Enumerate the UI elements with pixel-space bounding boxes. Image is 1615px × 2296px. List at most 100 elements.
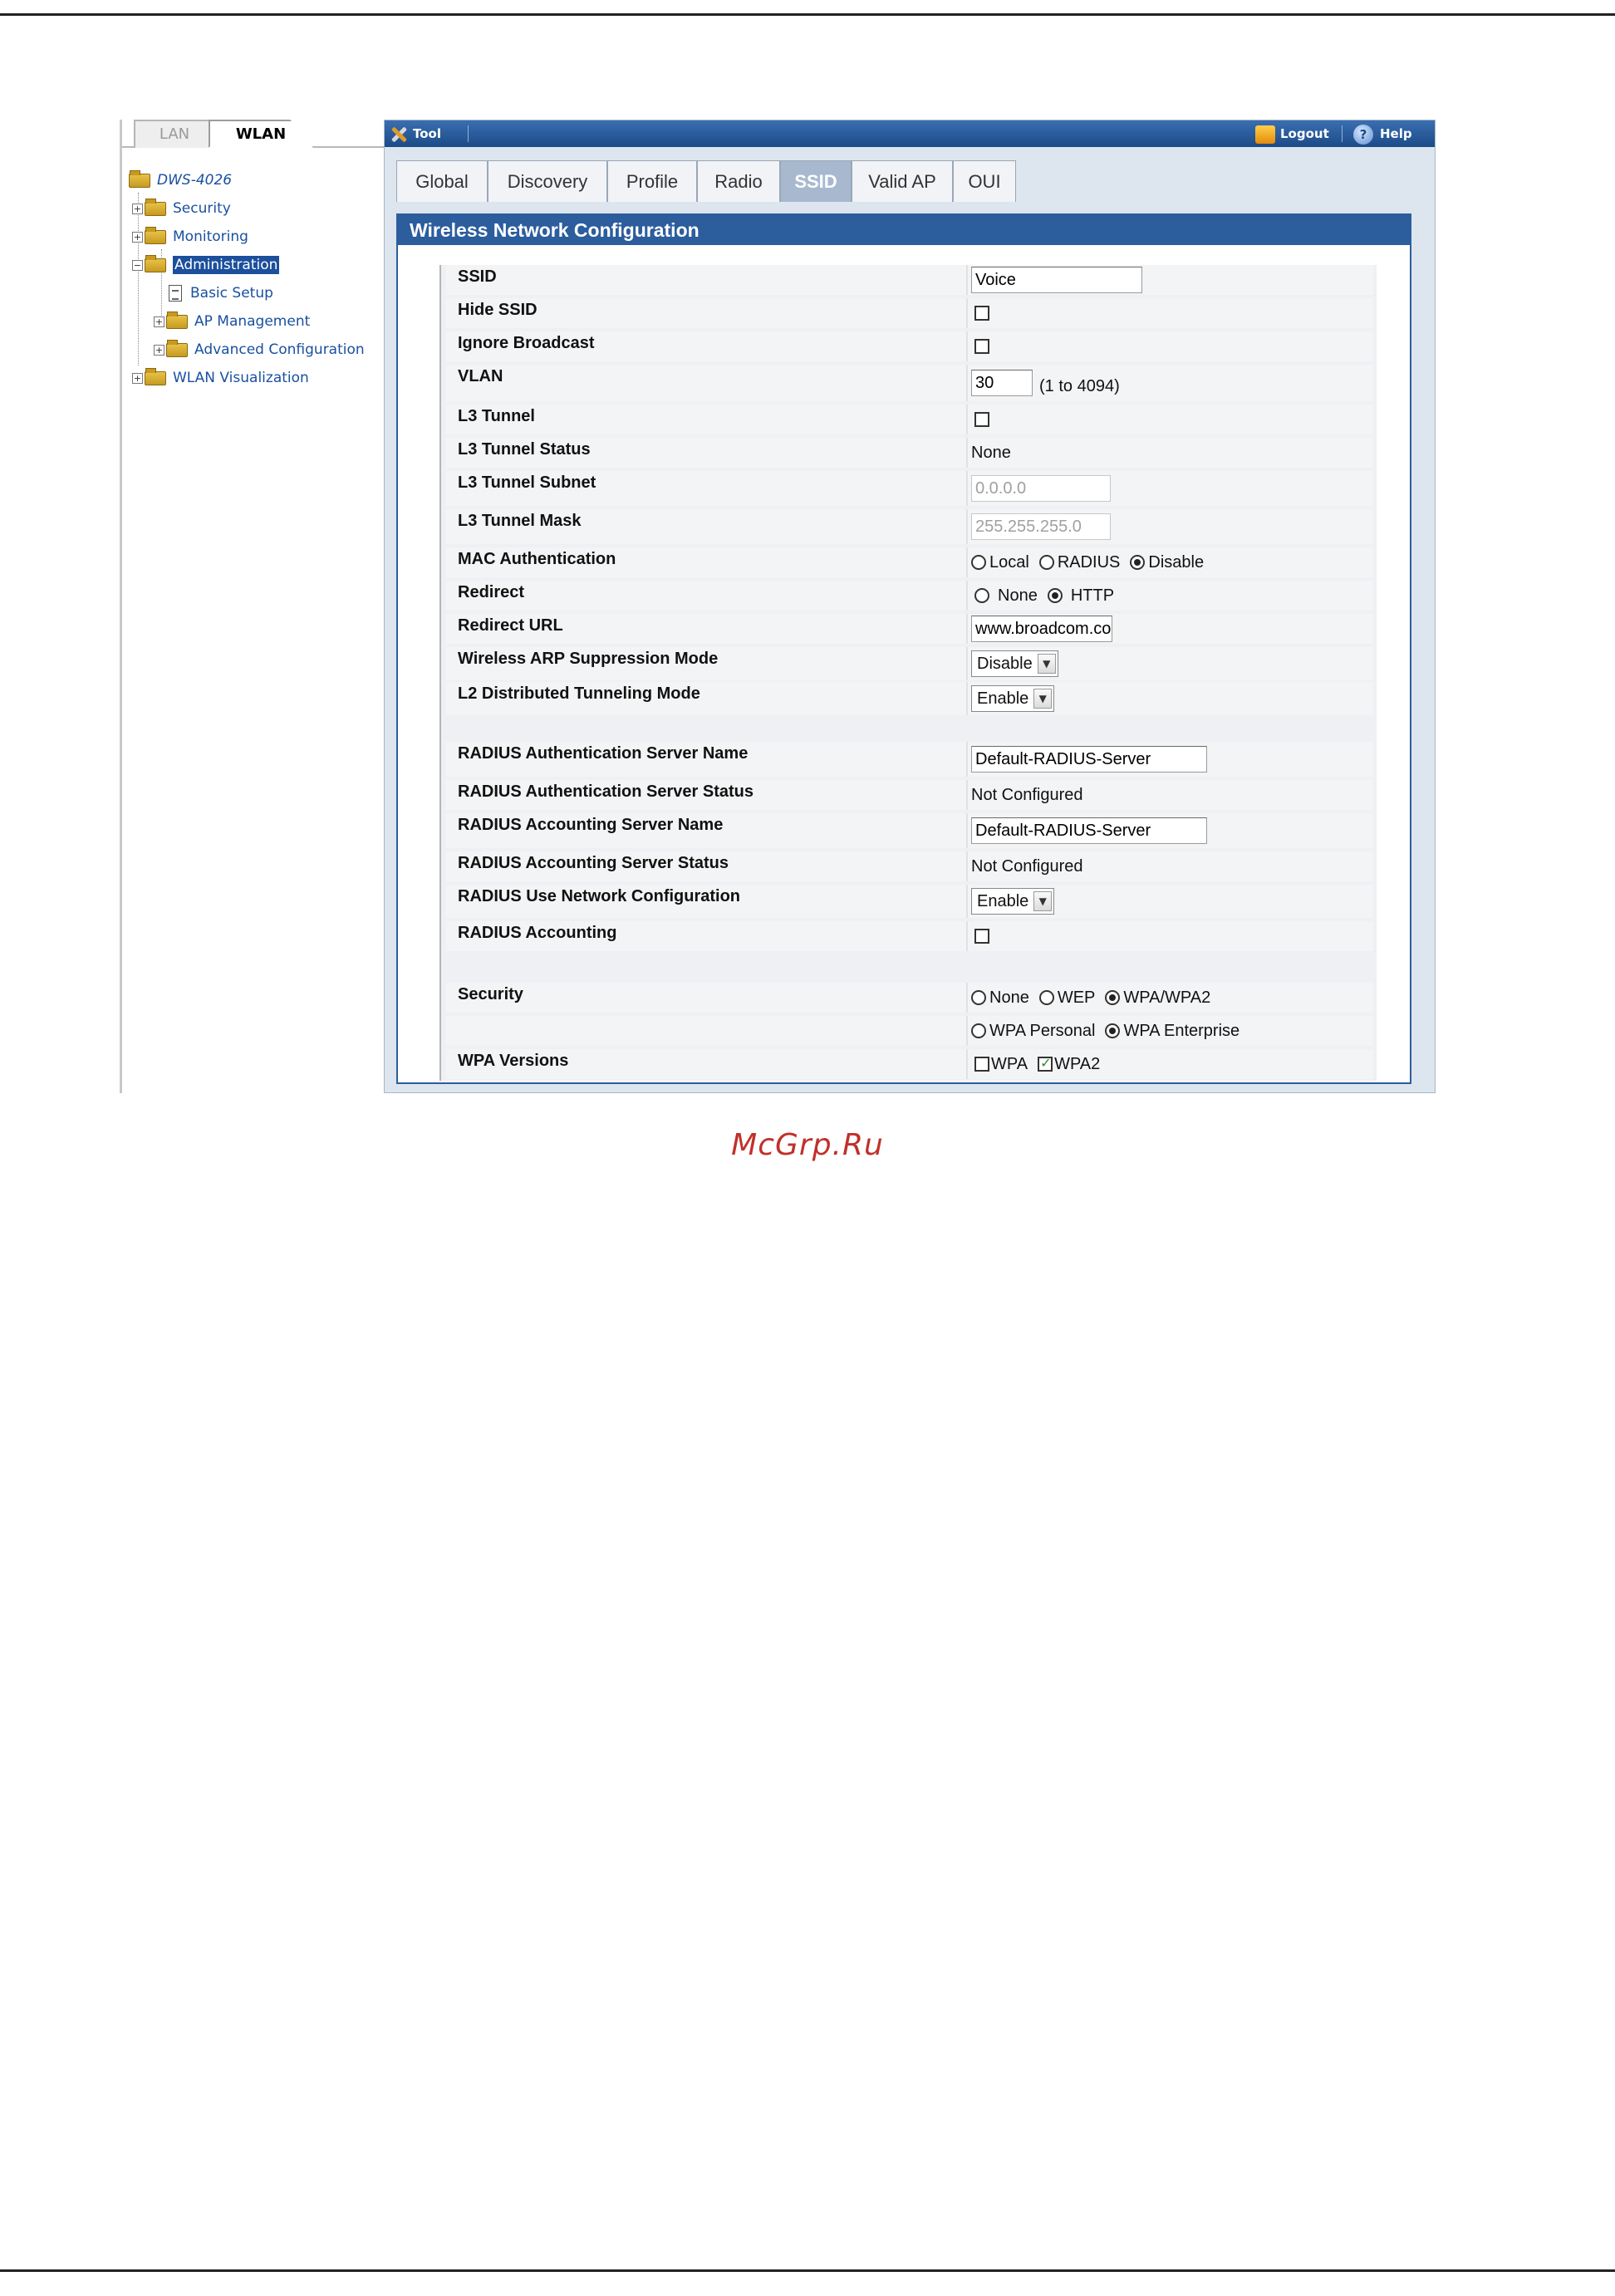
row-arp-suppression: Wireless ARP Suppression Mode Disable ▼ bbox=[446, 647, 1373, 680]
radio-radius[interactable] bbox=[1038, 555, 1054, 570]
column-divider bbox=[966, 983, 968, 1013]
column-divider bbox=[966, 1049, 968, 1079]
redirect-option-none[interactable]: None bbox=[971, 586, 1038, 606]
wpa-mode-option-enterprise[interactable]: WPA Enterprise bbox=[1105, 1022, 1239, 1041]
hide-ssid-checkbox[interactable] bbox=[974, 306, 989, 321]
row-radius-acct-server-status: RADIUS Accounting Server Status Not Conf… bbox=[446, 851, 1373, 881]
wpa2-checkbox[interactable] bbox=[1038, 1055, 1053, 1072]
row-hide-ssid: Hide SSID bbox=[446, 298, 1373, 328]
tree-item-label: Advanced Configuration bbox=[194, 341, 365, 358]
folder-icon bbox=[145, 198, 166, 216]
expand-plus-icon[interactable]: + bbox=[132, 372, 143, 384]
radio-wpa-wpa2[interactable] bbox=[1105, 990, 1121, 1005]
tree-item-root[interactable]: DWS-4026 bbox=[129, 168, 232, 193]
chevron-down-icon[interactable]: ▼ bbox=[1037, 654, 1056, 674]
tab-discovery[interactable]: Discovery bbox=[488, 160, 607, 202]
radio-wpa-personal[interactable] bbox=[971, 1023, 986, 1038]
radio-wep[interactable] bbox=[1038, 990, 1054, 1005]
tool-button[interactable]: Tool bbox=[390, 120, 441, 147]
field-label: RADIUS Authentication Server Status bbox=[458, 783, 754, 801]
tab-ssid[interactable]: SSID bbox=[780, 160, 852, 202]
redirect-url-input[interactable]: www.broadcom.co bbox=[971, 616, 1112, 642]
row-radius-auth-server-status: RADIUS Authentication Server Status Not … bbox=[446, 780, 1373, 810]
tree-item-security[interactable]: + Security bbox=[132, 196, 231, 221]
folder-icon bbox=[145, 367, 166, 385]
column-divider bbox=[966, 682, 968, 715]
radio-label: Disable bbox=[1148, 552, 1205, 572]
tree-item-wlan-visualization[interactable]: + WLAN Visualization bbox=[132, 365, 309, 390]
tree-item-advanced-configuration[interactable]: + Advanced Configuration bbox=[154, 337, 365, 362]
logout-button[interactable]: Logout bbox=[1255, 120, 1329, 147]
folder-icon bbox=[166, 339, 188, 357]
tab-global[interactable]: Global bbox=[396, 160, 488, 202]
radius-acct-server-name-input[interactable]: Default-RADIUS-Server bbox=[971, 817, 1207, 844]
column-divider bbox=[966, 581, 968, 611]
collapse-minus-icon[interactable]: − bbox=[132, 259, 143, 271]
tree-item-label: WLAN Visualization bbox=[173, 370, 309, 386]
watermark: McGrp.Ru bbox=[731, 1128, 884, 1162]
tree-item-label: DWS-4026 bbox=[157, 172, 233, 189]
security-option-wep[interactable]: WEP bbox=[1038, 989, 1095, 1008]
wpa-version-wpa2[interactable]: WPA2 bbox=[1038, 1055, 1100, 1074]
row-l3-tunnel: L3 Tunnel bbox=[446, 405, 1373, 434]
field-label: RADIUS Accounting Server Name bbox=[458, 816, 724, 834]
chevron-down-icon[interactable]: ▼ bbox=[1033, 891, 1053, 911]
expand-plus-icon[interactable]: + bbox=[154, 316, 164, 327]
help-icon: ? bbox=[1353, 124, 1373, 145]
radius-auth-server-name-input[interactable]: Default-RADIUS-Server bbox=[971, 746, 1207, 773]
arp-suppression-select[interactable]: Disable ▼ bbox=[971, 650, 1058, 677]
expand-plus-icon[interactable]: + bbox=[132, 231, 143, 243]
ignore-broadcast-checkbox[interactable] bbox=[974, 339, 989, 354]
l3-tunnel-mask-input[interactable]: 255.255.255.0 bbox=[971, 513, 1111, 540]
nav-tab-wlan[interactable]: WLAN bbox=[209, 120, 313, 148]
toolbar: Tool Logout ? Help bbox=[385, 120, 1435, 147]
row-ignore-broadcast: Ignore Broadcast bbox=[446, 331, 1373, 361]
tab-profile[interactable]: Profile bbox=[607, 160, 697, 202]
row-radius-network-config: RADIUS Use Network Configuration Enable ▼ bbox=[446, 885, 1373, 918]
ssid-input[interactable]: Voice bbox=[971, 267, 1142, 293]
field-label: L2 Distributed Tunneling Mode bbox=[458, 684, 700, 703]
radio-wpa-enterprise[interactable] bbox=[1105, 1023, 1121, 1038]
tree-item-administration[interactable]: − Administration bbox=[132, 253, 280, 277]
security-option-wpa-wpa2[interactable]: WPA/WPA2 bbox=[1105, 989, 1210, 1008]
redirect-option-http[interactable]: HTTP bbox=[1047, 586, 1114, 606]
nav-tab-lan[interactable]: LAN bbox=[134, 120, 215, 148]
tree-item-ap-management[interactable]: + AP Management bbox=[154, 309, 310, 334]
left-navigation: LAN WLAN DWS-4026 + Security + Monitoring … bbox=[120, 120, 384, 1093]
mac-auth-option-radius[interactable]: RADIUS bbox=[1038, 553, 1120, 572]
wpa-version-wpa[interactable]: WPA bbox=[971, 1055, 1028, 1074]
l2-tunneling-select[interactable]: Enable ▼ bbox=[971, 685, 1055, 712]
help-button[interactable]: ? Help bbox=[1353, 120, 1412, 147]
tree-item-monitoring[interactable]: + Monitoring bbox=[132, 224, 248, 249]
column-divider bbox=[966, 1016, 968, 1046]
mac-auth-option-disable[interactable]: Disable bbox=[1130, 553, 1204, 572]
l3-tunnel-subnet-input[interactable]: 0.0.0.0 bbox=[971, 475, 1111, 502]
tab-oui[interactable]: OUI bbox=[953, 160, 1016, 202]
radio-none[interactable] bbox=[971, 990, 986, 1005]
radio-disable[interactable] bbox=[1130, 555, 1146, 570]
radio-none[interactable] bbox=[974, 588, 989, 603]
radio-http[interactable] bbox=[1047, 588, 1063, 603]
security-option-none[interactable]: None bbox=[971, 989, 1029, 1008]
tree-item-basic-setup[interactable]: Basic Setup bbox=[169, 281, 273, 306]
mac-auth-option-local[interactable]: Local bbox=[971, 553, 1029, 572]
folder-icon bbox=[166, 311, 188, 329]
field-label: L3 Tunnel Status bbox=[458, 440, 591, 459]
tab-valid-ap[interactable]: Valid AP bbox=[852, 160, 953, 202]
tab-radio[interactable]: Radio bbox=[697, 160, 780, 202]
row-wpa-versions: WPA Versions WPA WPA2 bbox=[446, 1049, 1373, 1079]
row-mac-authentication: MAC Authentication Local RADIUS Disable bbox=[446, 547, 1373, 577]
expand-plus-icon[interactable]: + bbox=[154, 344, 164, 356]
column-divider bbox=[966, 405, 968, 434]
wpa-mode-option-personal[interactable]: WPA Personal bbox=[971, 1022, 1095, 1041]
l3-tunnel-checkbox[interactable] bbox=[974, 412, 989, 427]
radius-accounting-checkbox[interactable] bbox=[974, 929, 989, 944]
wpa-checkbox[interactable] bbox=[974, 1057, 989, 1072]
expand-plus-icon[interactable]: + bbox=[132, 203, 143, 214]
chevron-down-icon[interactable]: ▼ bbox=[1033, 689, 1053, 709]
field-label: VLAN bbox=[458, 367, 503, 385]
radio-local[interactable] bbox=[971, 555, 986, 570]
top-rule bbox=[0, 13, 1615, 16]
radius-network-config-select[interactable]: Enable ▼ bbox=[971, 888, 1055, 915]
vlan-input[interactable]: 30 bbox=[971, 370, 1033, 396]
